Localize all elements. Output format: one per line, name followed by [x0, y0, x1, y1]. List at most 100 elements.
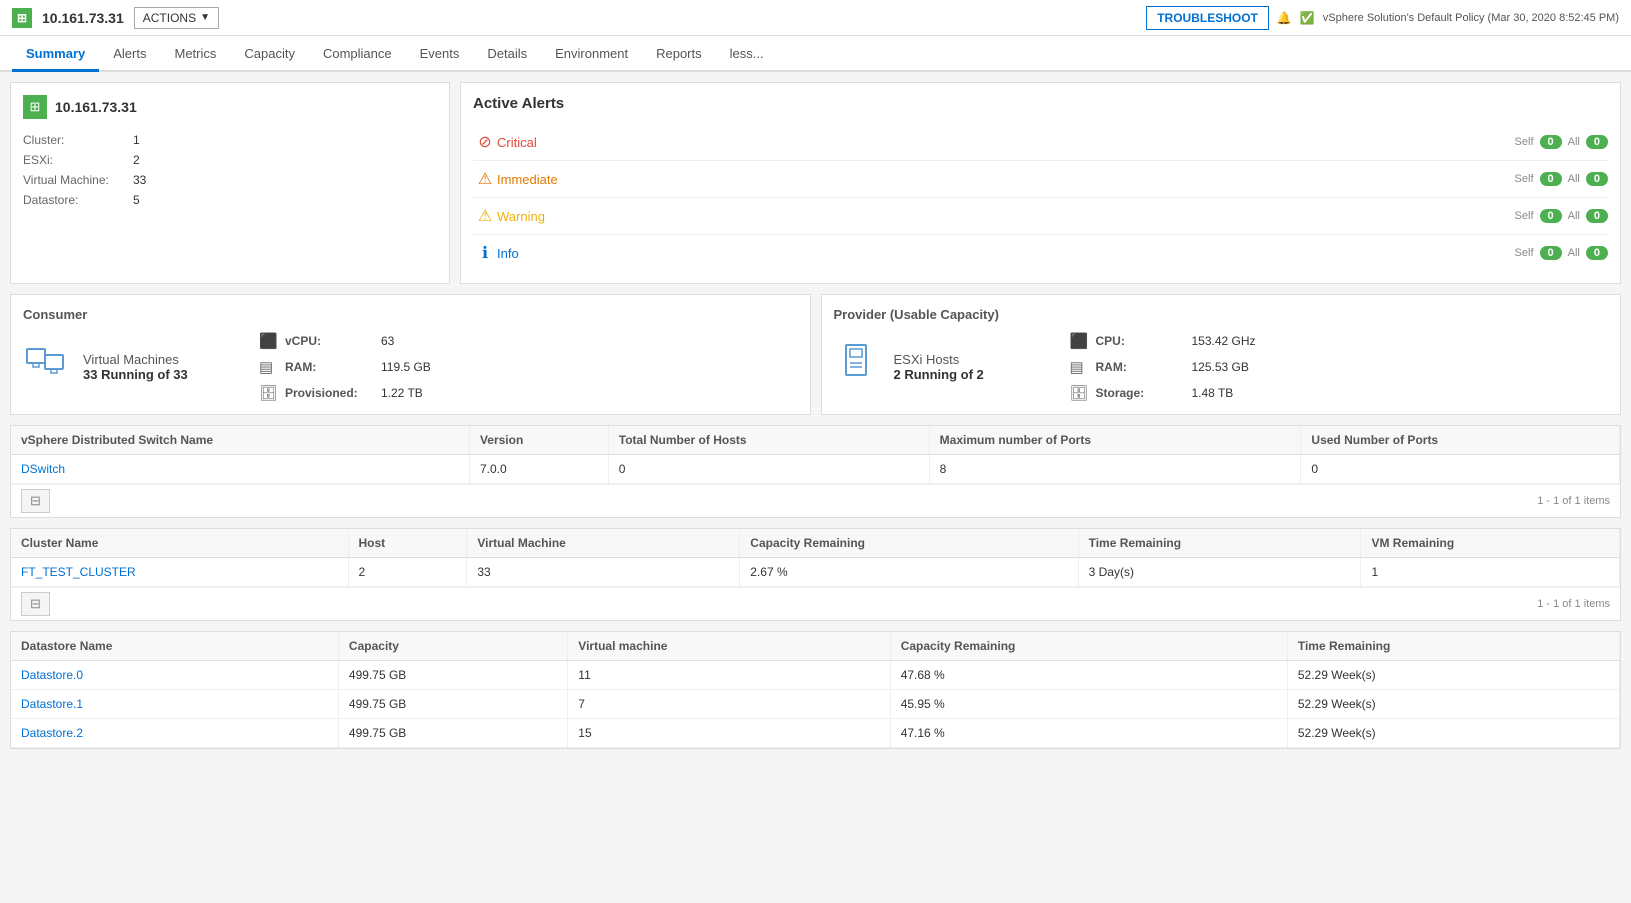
- esxi-label: ESXi:: [23, 153, 133, 167]
- cluster-link-0[interactable]: FT_TEST_CLUSTER: [21, 565, 136, 579]
- tab-summary[interactable]: Summary: [12, 36, 99, 72]
- ds-vm-0: 11: [568, 661, 890, 690]
- storage-metric-p: 🗄 Storage: 1.48 TB: [1070, 384, 1256, 402]
- datastore-label: Datastore:: [23, 193, 133, 207]
- all-label-c: All: [1568, 136, 1580, 148]
- info-link[interactable]: Info: [497, 246, 1515, 261]
- switch-resize-handle[interactable]: ⊟: [21, 489, 50, 513]
- provider-metrics: ⬛ CPU: 153.42 GHz ▤ RAM: 125.53 GB 🗄 Sto…: [1070, 332, 1256, 402]
- immediate-link[interactable]: Immediate: [497, 172, 1515, 187]
- ds-row-0: Datastore.0 499.75 GB 11 47.68 % 52.29 W…: [11, 661, 1620, 690]
- critical-self-badge: 0: [1540, 135, 1562, 149]
- prov-value: 1.22 TB: [381, 386, 423, 400]
- ram-label-p: RAM:: [1096, 360, 1186, 374]
- troubleshoot-button[interactable]: TROUBLESHOOT: [1146, 6, 1269, 30]
- cluster-table-header: Cluster Name Host Virtual Machine Capaci…: [11, 529, 1620, 558]
- switch-row-0: DSwitch 7.0.0 0 8 0: [11, 455, 1620, 484]
- col-total-hosts: Total Number of Hosts: [608, 426, 929, 455]
- actions-button[interactable]: ACTIONS ▼: [134, 7, 219, 29]
- cluster-host-0: 2: [348, 558, 467, 587]
- col-ds-name: Datastore Name: [11, 632, 338, 661]
- ram-value-p: 125.53 GB: [1192, 360, 1249, 374]
- datastore-table-section: Datastore Name Capacity Virtual machine …: [10, 631, 1621, 749]
- col-max-ports: Maximum number of Ports: [929, 426, 1301, 455]
- alert-row-warning: ⚠ Warning Self 0 All 0: [473, 198, 1608, 235]
- tab-details[interactable]: Details: [473, 36, 541, 72]
- cluster-row-0: FT_TEST_CLUSTER 2 33 2.67 % 3 Day(s) 1: [11, 558, 1620, 587]
- top-panels: ⊞ 10.161.73.31 Cluster: 1 ESXi: 2 Virtua…: [10, 82, 1621, 284]
- provider-count: 2 Running of 2: [894, 367, 1024, 382]
- ds-link-1[interactable]: Datastore.1: [21, 697, 83, 711]
- datastore-table: Datastore Name Capacity Virtual machine …: [11, 632, 1620, 748]
- warning-link[interactable]: Warning: [497, 209, 1515, 224]
- alerts-title: Active Alerts: [473, 95, 1608, 112]
- provider-title: Provider (Usable Capacity): [834, 307, 1609, 322]
- info-host-name: 10.161.73.31: [55, 99, 137, 115]
- esxi-value: 2: [133, 153, 140, 167]
- info-row-datastore: Datastore: 5: [23, 193, 437, 207]
- col-cap-rem: Capacity Remaining: [740, 529, 1078, 558]
- ds-row-2: Datastore.2 499.75 GB 15 47.16 % 52.29 W…: [11, 719, 1620, 748]
- cpu-icon-p: ⬛: [1070, 332, 1090, 350]
- vcpu-value: 63: [381, 334, 394, 348]
- tab-metrics[interactable]: Metrics: [160, 36, 230, 72]
- switch-link-0[interactable]: DSwitch: [21, 462, 65, 476]
- cluster-resize-handle[interactable]: ⊟: [21, 592, 50, 616]
- info-counts: Self 0 All 0: [1515, 246, 1608, 260]
- vm-icon: [23, 341, 67, 393]
- vm-value: 33: [133, 173, 146, 187]
- cluster-label: Cluster:: [23, 133, 133, 147]
- consumer-panel: Consumer Virtual Machines 33 Running of …: [10, 294, 811, 415]
- consumer-metrics: ⬛ vCPU: 63 ▤ RAM: 119.5 GB 🗄 Provisioned…: [259, 332, 431, 402]
- ram-value-c: 119.5 GB: [381, 360, 431, 374]
- tab-compliance[interactable]: Compliance: [309, 36, 406, 72]
- switch-max-ports-0: 8: [929, 455, 1301, 484]
- tab-reports[interactable]: Reports: [642, 36, 716, 72]
- info-panel: ⊞ 10.161.73.31 Cluster: 1 ESXi: 2 Virtua…: [10, 82, 450, 284]
- cluster-vmrem-0: 1: [1361, 558, 1620, 587]
- main-content: ⊞ 10.161.73.31 Cluster: 1 ESXi: 2 Virtua…: [0, 72, 1631, 759]
- provider-inner: ESXi Hosts 2 Running of 2 ⬛ CPU: 153.42 …: [834, 332, 1609, 402]
- switch-table-footer: ⊟ 1 - 1 of 1 items: [11, 484, 1620, 517]
- consumer-info: Virtual Machines 33 Running of 33: [83, 352, 213, 382]
- warning-counts: Self 0 All 0: [1515, 209, 1608, 223]
- tab-less[interactable]: less...: [716, 36, 778, 72]
- provider-info: ESXi Hosts 2 Running of 2: [894, 352, 1024, 382]
- critical-link[interactable]: Critical: [497, 135, 1515, 150]
- warning-all-badge: 0: [1586, 209, 1608, 223]
- self-label-i: Self: [1515, 173, 1534, 185]
- ram-metric-p: ▤ RAM: 125.53 GB: [1070, 358, 1256, 376]
- tab-environment[interactable]: Environment: [541, 36, 642, 72]
- cpu-label-p: CPU:: [1096, 334, 1186, 348]
- alert-row-info: ℹ Info Self 0 All 0: [473, 235, 1608, 271]
- ds-link-0[interactable]: Datastore.0: [21, 668, 83, 682]
- switch-name-0: DSwitch: [11, 455, 469, 484]
- ram-metric-c: ▤ RAM: 119.5 GB: [259, 358, 431, 376]
- consumer-inner: Virtual Machines 33 Running of 33 ⬛ vCPU…: [23, 332, 798, 402]
- cluster-value: 1: [133, 133, 140, 147]
- ds-link-2[interactable]: Datastore.2: [21, 726, 83, 740]
- immediate-self-badge: 0: [1540, 172, 1562, 186]
- ds-caprem-0: 47.68 %: [890, 661, 1287, 690]
- bell-icon: 🔔: [1277, 11, 1292, 25]
- tab-events[interactable]: Events: [406, 36, 474, 72]
- info-all-badge: 0: [1586, 246, 1608, 260]
- col-ds-cap: Capacity: [338, 632, 567, 661]
- ds-name-1: Datastore.1: [11, 690, 338, 719]
- cluster-col-icon: ⊟: [30, 596, 41, 612]
- cpu-metric-p: ⬛ CPU: 153.42 GHz: [1070, 332, 1256, 350]
- info-row-esxi: ESXi: 2: [23, 153, 437, 167]
- ds-caprem-1: 45.95 %: [890, 690, 1287, 719]
- tab-capacity[interactable]: Capacity: [230, 36, 309, 72]
- immediate-icon: ⚠: [473, 169, 497, 189]
- provider-panel: Provider (Usable Capacity) ESXi Hosts 2 …: [821, 294, 1622, 415]
- tab-alerts[interactable]: Alerts: [99, 36, 160, 72]
- cluster-time-0: 3 Day(s): [1078, 558, 1361, 587]
- storage-icon-c: 🗄: [259, 384, 279, 402]
- switch-table-section: vSphere Distributed Switch Name Version …: [10, 425, 1621, 518]
- consumer-count: 33 Running of 33: [83, 367, 213, 382]
- col-resize-icon: ⊟: [30, 493, 41, 509]
- top-bar-right: TROUBLESHOOT 🔔 ✅ vSphere Solution's Defa…: [1146, 6, 1619, 30]
- cluster-table: Cluster Name Host Virtual Machine Capaci…: [11, 529, 1620, 587]
- switch-used-ports-0: 0: [1301, 455, 1620, 484]
